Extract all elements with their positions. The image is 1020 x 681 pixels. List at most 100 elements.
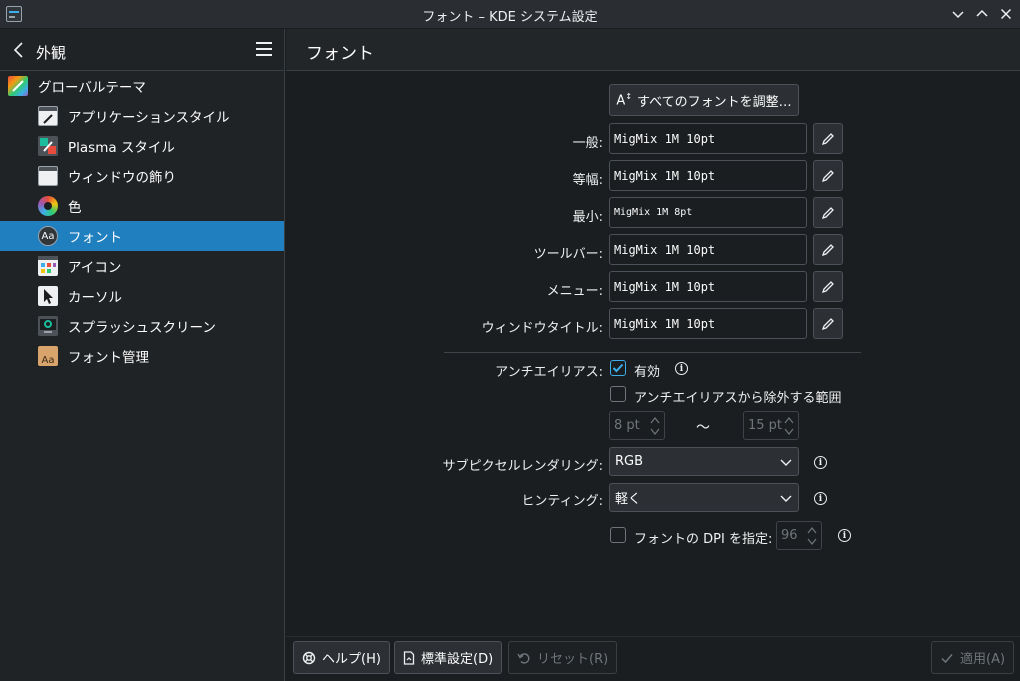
sidebar-item-label: Plasma スタイル	[68, 140, 175, 156]
apply-button[interactable]: 適用(A)	[931, 641, 1015, 674]
window-decoration-icon	[38, 166, 58, 186]
window-title-font-choose-button[interactable]	[813, 308, 843, 339]
sidebar-item-colors[interactable]: 色	[0, 191, 284, 221]
page-title: フォント	[306, 44, 374, 64]
fixed-font-choose-button[interactable]	[813, 160, 843, 191]
colors-icon	[38, 196, 58, 216]
info-icon[interactable]: i	[814, 492, 827, 505]
sidebar-item-plasma-style[interactable]: Plasma スタイル	[0, 131, 284, 161]
toolbar-font-field[interactable]: MigMix 1M 10pt	[609, 234, 807, 265]
sidebar-item-label: スプラッシュスクリーン	[68, 320, 216, 336]
adjust-all-fonts-button[interactable]: A↕ すべてのフォントを調整…	[609, 84, 799, 116]
spin-arrows-icon	[784, 417, 794, 435]
small-font-field[interactable]: MigMix 1M 8pt	[609, 197, 807, 228]
title-bar: フォント – KDE システム設定	[0, 0, 1020, 29]
hinting-label: ヒンティング:	[521, 494, 603, 509]
application-style-icon	[38, 106, 58, 126]
info-icon[interactable]: i	[838, 529, 851, 542]
defaults-button[interactable]: 標準設定(D)	[394, 641, 503, 674]
general-font-field[interactable]: MigMix 1M 10pt	[609, 123, 807, 154]
maximize-button[interactable]	[972, 4, 992, 24]
small-font-label: 最小:	[572, 210, 603, 225]
back-button[interactable]	[10, 41, 28, 59]
cursor-icon	[38, 286, 58, 306]
pencil-icon	[821, 169, 834, 182]
fonts-icon: Aa	[38, 226, 58, 246]
close-icon	[1000, 8, 1012, 20]
window-title: フォント – KDE システム設定	[422, 10, 598, 25]
sidebar-item-cursor[interactable]: カーソル	[0, 281, 284, 311]
icons-icon	[38, 256, 58, 276]
close-button[interactable]	[996, 4, 1016, 24]
sidebar-item-icons[interactable]: アイコン	[0, 251, 284, 281]
toolbar-font-label: ツールバー:	[533, 247, 603, 262]
page-header: フォント	[286, 29, 1020, 71]
chevron-down-icon	[780, 459, 792, 466]
menu-font-choose-button[interactable]	[813, 271, 843, 302]
chevron-down-icon	[780, 495, 792, 502]
chevron-up-icon	[976, 9, 988, 17]
fixed-font-label: 等幅:	[572, 173, 603, 188]
sidebar-item-global-theme[interactable]: グローバルテーマ	[0, 71, 284, 101]
info-icon[interactable]: i	[814, 456, 827, 469]
help-button[interactable]: ヘルプ(H)	[293, 641, 390, 674]
sidebar-item-application-style[interactable]: アプリケーションスタイル	[0, 101, 284, 131]
pencil-icon	[821, 317, 834, 330]
menu-font-field[interactable]: MigMix 1M 10pt	[609, 271, 807, 302]
antialiasing-enabled-checkbox[interactable]	[610, 360, 626, 376]
antialiasing-enabled-label: 有効	[634, 365, 661, 380]
dpi-spinbox: 96	[776, 521, 822, 550]
spin-arrows-icon	[650, 417, 660, 435]
sidebar-nav: グローバルテーマ アプリケーションスタイル Plasma スタイル ウィンドウの…	[0, 71, 284, 371]
fixed-font-field[interactable]: MigMix 1M 10pt	[609, 160, 807, 191]
sidebar: 外観 グローバルテーマ アプリケーションスタイル Plasma スタイル ウィン…	[0, 29, 285, 681]
sidebar-item-splash-screen[interactable]: スプラッシュスクリーン	[0, 311, 284, 341]
minimize-button[interactable]	[948, 4, 968, 24]
subpixel-combobox[interactable]: RGB	[609, 447, 799, 476]
sidebar-item-label: 色	[68, 200, 82, 216]
sidebar-item-label: ウィンドウの飾り	[68, 170, 176, 186]
sidebar-header: 外観	[0, 29, 284, 71]
chevron-down-icon	[952, 11, 964, 19]
exclude-range-checkbox[interactable]	[610, 386, 626, 402]
hinting-combobox[interactable]: 軽く	[609, 483, 799, 512]
exclude-to-spinbox: 15 pt	[743, 411, 799, 440]
subpixel-label: サブピクセルレンダリング:	[442, 459, 603, 474]
sidebar-item-label: アイコン	[68, 260, 122, 276]
toolbar-font-choose-button[interactable]	[813, 234, 843, 265]
info-icon[interactable]: i	[675, 362, 688, 375]
window-title-font-label: ウィンドウタイトル:	[481, 321, 603, 336]
sidebar-item-label: アプリケーションスタイル	[68, 110, 230, 126]
footer-bar: ヘルプ(H) 標準設定(D) リセット(R) 適用(A)	[286, 636, 1020, 681]
sidebar-item-label: カーソル	[68, 290, 122, 306]
plasma-style-icon	[38, 136, 58, 156]
force-dpi-checkbox[interactable]	[610, 527, 626, 543]
antialiasing-label: アンチエイリアス:	[495, 365, 603, 380]
checkmark-icon	[940, 651, 954, 665]
sidebar-item-label: フォント	[68, 230, 122, 246]
font-size-icon: A↕	[616, 91, 633, 109]
exclude-range-label: アンチエイリアスから除外する範囲	[634, 391, 842, 406]
sidebar-title: 外観	[36, 44, 67, 62]
global-theme-icon	[8, 76, 28, 96]
range-separator: ～	[696, 420, 710, 436]
separator	[444, 352, 861, 353]
pencil-icon	[821, 132, 834, 145]
undo-icon	[517, 651, 531, 665]
reset-button[interactable]: リセット(R)	[508, 641, 618, 674]
general-font-label: 一般:	[572, 136, 603, 151]
checkmark-icon	[612, 363, 624, 373]
fonts-settings-panel: A↕ すべてのフォントを調整… 一般: MigMix 1M 10pt 等幅: M…	[286, 71, 1020, 636]
sidebar-item-window-decoration[interactable]: ウィンドウの飾り	[0, 161, 284, 191]
general-font-choose-button[interactable]	[813, 123, 843, 154]
hamburger-menu-button[interactable]	[256, 42, 272, 56]
pencil-icon	[821, 280, 834, 293]
small-font-choose-button[interactable]	[813, 197, 843, 228]
sidebar-item-fonts[interactable]: Aa フォント	[0, 221, 284, 251]
spin-arrows-icon	[807, 527, 817, 545]
force-dpi-label: フォントの DPI を指定:	[634, 532, 773, 547]
sidebar-item-font-management[interactable]: Aa フォント管理	[0, 341, 284, 371]
pencil-icon	[821, 243, 834, 256]
pencil-icon	[821, 206, 834, 219]
window-title-font-field[interactable]: MigMix 1M 10pt	[609, 308, 807, 339]
